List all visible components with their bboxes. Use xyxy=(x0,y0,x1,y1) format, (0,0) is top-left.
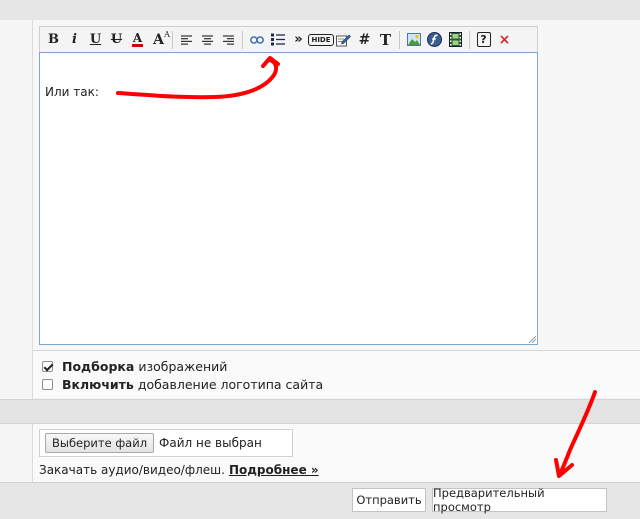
font-size-icon: AA xyxy=(153,29,170,48)
toolbar-separator xyxy=(172,30,173,49)
hide-button[interactable]: HIDE xyxy=(308,30,334,50)
section-divider xyxy=(0,399,640,424)
logo-label-strong: Включить xyxy=(62,377,134,392)
logo-checkbox[interactable] xyxy=(42,379,53,390)
bold-button[interactable]: B xyxy=(43,30,64,50)
message-editor[interactable]: Или так: xyxy=(39,52,538,345)
plain-text-button[interactable]: T xyxy=(375,30,396,50)
insert-image-button[interactable] xyxy=(403,30,424,50)
align-right-button[interactable] xyxy=(218,30,239,50)
upload-hint: Закачать аудио/видео/флеш. Подробнее » xyxy=(39,463,319,477)
align-left-button[interactable] xyxy=(176,30,197,50)
edit-button[interactable] xyxy=(333,30,354,50)
bullet-list-icon xyxy=(270,33,285,46)
left-column xyxy=(0,20,33,519)
help-button[interactable]: ? xyxy=(473,30,494,50)
italic-button[interactable]: i xyxy=(64,30,85,50)
image-icon xyxy=(406,33,421,46)
strikethrough-button[interactable]: U xyxy=(106,30,127,50)
toolbar-separator xyxy=(469,30,470,49)
link-button[interactable] xyxy=(246,30,267,50)
underline-button[interactable]: U xyxy=(85,30,106,50)
gallery-label-strong: Подборка xyxy=(62,359,135,374)
hash-icon: # xyxy=(358,31,371,48)
close-icon: × xyxy=(498,31,511,48)
more-button[interactable]: » xyxy=(288,30,309,50)
strikethrough-icon: U xyxy=(110,32,123,47)
file-status: Файл не выбран xyxy=(159,436,262,450)
gallery-checkbox[interactable] xyxy=(42,361,53,372)
option-logo[interactable]: Включить добавление логотипа сайта xyxy=(42,377,323,392)
pencil-icon xyxy=(336,34,351,46)
editor-content: Или так: xyxy=(45,85,99,99)
flash-icon xyxy=(427,32,442,47)
options-area: Подборка изображений Включить добавление… xyxy=(33,351,640,398)
option-gallery[interactable]: Подборка изображений xyxy=(42,359,227,374)
font-size-button[interactable]: AA xyxy=(148,29,170,50)
bold-icon: B xyxy=(48,32,59,47)
align-right-icon xyxy=(223,34,234,45)
resize-grip-icon[interactable] xyxy=(528,335,536,343)
preview-button[interactable]: Предварительный просмотр xyxy=(432,486,607,514)
font-color-icon: A xyxy=(132,30,143,47)
film-icon xyxy=(449,32,462,47)
align-left-icon xyxy=(181,34,192,45)
align-center-button[interactable] xyxy=(197,30,218,50)
file-input[interactable]: Выберите файл Файл не выбран xyxy=(39,429,293,457)
align-center-icon xyxy=(202,34,213,45)
hash-button[interactable]: # xyxy=(354,30,375,50)
toolbar-separator xyxy=(399,30,400,49)
form-footer: Отправить Предварительный просмотр xyxy=(0,482,640,519)
bullet-list-button[interactable] xyxy=(267,30,288,50)
more-info-link[interactable]: Подробнее » xyxy=(229,463,319,477)
gallery-label-rest: изображений xyxy=(138,359,228,374)
insert-flash-button[interactable] xyxy=(424,30,445,50)
upload-hint-text: Закачать аудио/видео/флеш. xyxy=(39,463,225,477)
close-button[interactable]: × xyxy=(494,30,515,50)
editor-toolbar: B i U U A AA » HIDE # T ? × xyxy=(39,26,538,52)
submit-button[interactable]: Отправить xyxy=(352,488,426,512)
upload-area: Выберите файл Файл не выбран Закачать ау… xyxy=(33,424,640,482)
underline-icon: U xyxy=(89,32,102,47)
link-icon xyxy=(249,35,264,44)
help-icon: ? xyxy=(476,32,491,47)
insert-video-button[interactable] xyxy=(445,30,466,50)
top-band xyxy=(0,0,640,20)
font-color-button[interactable]: A xyxy=(127,30,148,50)
text-icon: T xyxy=(379,30,392,49)
hide-icon: HIDE xyxy=(308,33,334,46)
toolbar-separator xyxy=(242,30,243,49)
italic-icon: i xyxy=(72,32,77,47)
logo-label-rest: добавление логотипа сайта xyxy=(137,377,324,392)
double-chevron-icon: » xyxy=(294,32,303,47)
choose-file-button[interactable]: Выберите файл xyxy=(45,433,155,453)
